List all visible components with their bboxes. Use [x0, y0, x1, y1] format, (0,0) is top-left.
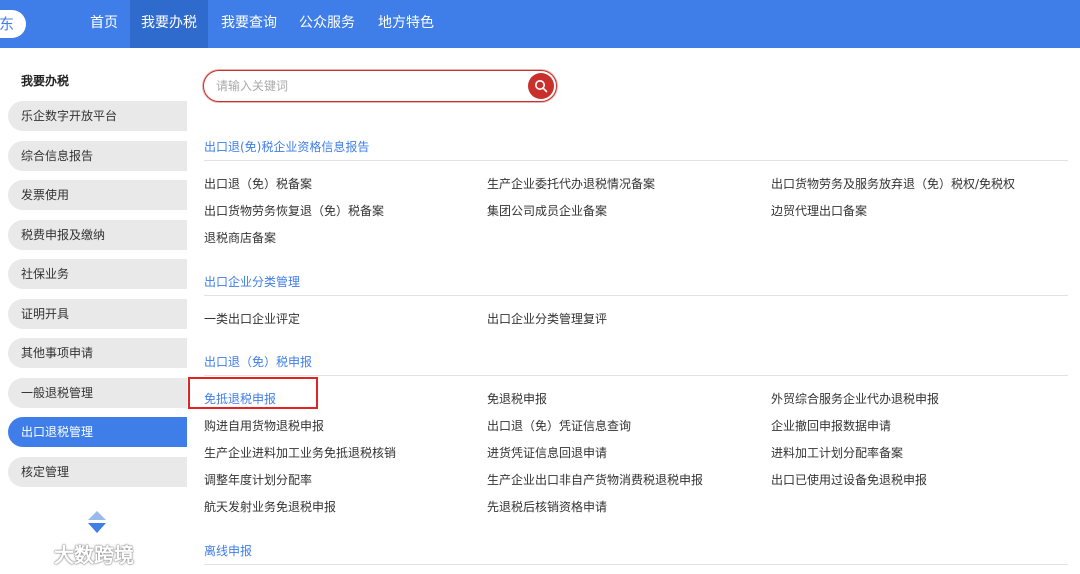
- sidebar-item-leqi-platform[interactable]: 乐企数字开放平台: [8, 101, 187, 131]
- nav-local-features[interactable]: 地方特色: [368, 0, 444, 48]
- link-waive-refund[interactable]: 出口货物劳务及服务放弃退（免）税权/免税权: [771, 175, 1015, 192]
- link-refund-filing[interactable]: 出口退（免）税备案: [204, 175, 312, 192]
- link-processing-trade-writeoff[interactable]: 生产企业进料加工业务免抵退税核销: [204, 444, 396, 461]
- link-restore-refund[interactable]: 出口货物劳务恢复退（免）税备案: [204, 202, 384, 219]
- link-aerospace-refund[interactable]: 航天发射业务免退税申报: [204, 498, 336, 515]
- watermark: 大数跨境: [8, 538, 134, 568]
- link-exempt-refund[interactable]: 免退税申报: [487, 390, 547, 407]
- sidebar-item-tax-filing[interactable]: 税费申报及缴纳: [8, 220, 187, 250]
- sidebar-item-export-refund[interactable]: 出口退税管理: [8, 417, 187, 447]
- section-title-classification: 出口企业分类管理: [204, 275, 301, 289]
- sidebar-item-invoice[interactable]: 发票使用: [8, 180, 187, 210]
- top-nav: 东 首页 我要办税 我要查询 公众服务 地方特色: [0, 0, 1080, 48]
- divider: [204, 295, 1068, 296]
- link-voucher-query[interactable]: 出口退（免）凭证信息查询: [487, 417, 631, 434]
- watermark-logo-icon: [10, 543, 45, 562]
- search-button[interactable]: [528, 73, 554, 99]
- link-class-one-rating[interactable]: 一类出口企业评定: [204, 310, 300, 327]
- link-self-use-goods-refund[interactable]: 购进自用货物退税申报: [204, 417, 324, 434]
- link-refund-shop-filing[interactable]: 退税商店备案: [204, 229, 276, 246]
- link-foreign-trade-agent-refund[interactable]: 外贸综合服务企业代办退税申报: [771, 390, 939, 407]
- divider: [204, 564, 1068, 565]
- watermark-text: 大数跨境: [54, 542, 134, 567]
- search-icon: [535, 80, 548, 93]
- section-title-offline: 离线申报: [204, 544, 253, 558]
- link-withdraw-data[interactable]: 企业撤回申报数据申请: [771, 417, 891, 434]
- nav-public-service[interactable]: 公众服务: [290, 0, 364, 48]
- sidebar-item-general-refund[interactable]: 一般退税管理: [8, 378, 187, 408]
- nav-home[interactable]: 首页: [80, 0, 128, 48]
- link-classification-review[interactable]: 出口企业分类管理复评: [487, 310, 607, 327]
- link-refund-first-qualification[interactable]: 先退税后核销资格申请: [487, 498, 607, 515]
- link-consign-agent-filing[interactable]: 生产企业委托代办退税情况备案: [487, 175, 655, 192]
- sidebar-scroll-control[interactable]: [87, 511, 107, 535]
- sidebar-heading: 我要办税: [21, 74, 70, 88]
- nav-do-tax[interactable]: 我要办税: [130, 0, 208, 48]
- link-adjust-annual-rate[interactable]: 调整年度计划分配率: [204, 471, 312, 488]
- link-non-self-produced-refund[interactable]: 生产企业出口非自产货物消费税退税申报: [487, 471, 703, 488]
- divider: [204, 375, 1068, 376]
- link-group-member-filing[interactable]: 集团公司成员企业备案: [487, 202, 607, 219]
- sidebar-item-info-report[interactable]: 综合信息报告: [8, 141, 187, 171]
- link-purchase-voucher-rollback[interactable]: 进货凭证信息回退申请: [487, 444, 607, 461]
- annotation-highlight-box: [188, 377, 318, 409]
- section-title-refund-declaration: 出口退（免）税申报: [204, 355, 313, 369]
- search-box: [203, 70, 557, 102]
- site-logo[interactable]: 东: [0, 10, 26, 38]
- link-used-equipment-refund[interactable]: 出口已使用过设备免退税申报: [771, 471, 927, 488]
- search-input[interactable]: [216, 76, 516, 96]
- divider: [204, 160, 1068, 161]
- section-title-qualification: 出口退(免)税企业资格信息报告: [204, 140, 370, 154]
- sidebar-item-assessment[interactable]: 核定管理: [8, 457, 187, 487]
- sidebar-item-other-requests[interactable]: 其他事项申请: [8, 338, 187, 368]
- link-allocation-rate-filing[interactable]: 进料加工计划分配率备案: [771, 444, 903, 461]
- nav-query[interactable]: 我要查询: [210, 0, 288, 48]
- link-border-trade-filing[interactable]: 边贸代理出口备案: [771, 202, 867, 219]
- sidebar-item-social-security[interactable]: 社保业务: [8, 259, 187, 289]
- sidebar-item-certificate[interactable]: 证明开具: [8, 299, 187, 329]
- scroll-down-icon[interactable]: [88, 523, 106, 533]
- scroll-up-icon[interactable]: [88, 511, 106, 520]
